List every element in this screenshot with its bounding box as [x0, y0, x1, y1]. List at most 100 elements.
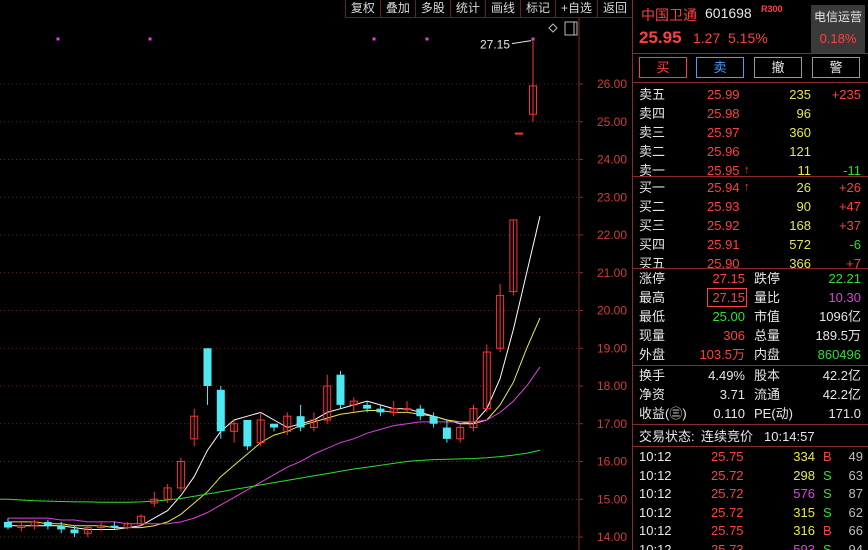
- stat-value: 25.00: [712, 309, 745, 324]
- candle-body[interactable]: [70, 529, 79, 534]
- stat-label: 市值: [754, 309, 781, 324]
- stat-value: 22.21: [828, 271, 861, 286]
- sell-button[interactable]: 卖: [696, 57, 744, 78]
- bid-price[interactable]: 25.92: [707, 216, 740, 235]
- stat-label: 净资: [639, 387, 666, 402]
- diamond-icon[interactable]: [548, 23, 558, 33]
- event-marker[interactable]: [425, 37, 429, 41]
- divider: [633, 446, 868, 447]
- toolbar-button-back[interactable]: 返回: [596, 0, 632, 18]
- candle-body[interactable]: [57, 525, 66, 530]
- stat-value: 0.110: [713, 406, 745, 421]
- tick-time: 10:12: [639, 523, 672, 538]
- ask-label: 卖二: [639, 144, 666, 159]
- candle-body[interactable]: [4, 521, 12, 528]
- kline-chart[interactable]: 26.00 25.00 24.00 23.00 22.00 21.00 20.00 19.00…: [0, 18, 632, 550]
- candle-body[interactable]: [416, 408, 425, 417]
- ask-label: 卖四: [639, 106, 666, 121]
- candle-body[interactable]: [110, 525, 119, 528]
- cancel-order-button[interactable]: 撤: [754, 57, 802, 78]
- bid-row[interactable]: 买二 25.93 90 +47: [633, 197, 868, 216]
- trade-status-time: 10:14:57: [764, 429, 815, 444]
- event-marker[interactable]: [372, 37, 376, 41]
- toolbar-button-multi-stock[interactable]: 多股: [414, 0, 450, 18]
- bid-row[interactable]: 买四 25.91 572 -6: [633, 235, 868, 254]
- toolbar-button-overlay[interactable]: 叠加: [379, 0, 415, 18]
- price-axis-label: 20.00: [597, 304, 627, 318]
- candle-body[interactable]: [203, 348, 212, 386]
- alert-button[interactable]: 警: [812, 57, 860, 78]
- candle-body[interactable]: [270, 423, 278, 428]
- candle-body[interactable]: [216, 389, 225, 432]
- stat-value: 1096亿: [819, 309, 861, 324]
- sector-name: 电信运营: [813, 10, 862, 24]
- tick-count: 49: [848, 449, 863, 464]
- bid-price[interactable]: 25.94: [707, 178, 740, 197]
- candle-body[interactable]: [363, 404, 372, 409]
- event-marker[interactable]: [148, 37, 152, 41]
- ask-label: 卖三: [639, 125, 666, 140]
- ask-row[interactable]: 卖五 25.99 235 +235: [633, 85, 868, 104]
- ask-price[interactable]: 25.96: [707, 142, 740, 161]
- toolbar-button-fuquan[interactable]: 复权: [344, 0, 380, 18]
- event-marker[interactable]: [531, 37, 535, 41]
- bid-price[interactable]: 25.91: [707, 235, 740, 254]
- sector-box[interactable]: 电信运营 0.18%: [811, 5, 865, 53]
- bid-volume: 572: [789, 237, 811, 252]
- tick-row: 10:12 25.75 316 B 66: [633, 521, 868, 540]
- toolbar-button-draw-line[interactable]: 画线: [484, 0, 520, 18]
- tick-price: 25.73: [711, 541, 744, 550]
- tick-volume: 316: [793, 523, 815, 538]
- up-arrow-icon: ↑: [744, 181, 750, 193]
- stat-label: 外盘: [639, 347, 666, 362]
- toolbar-button-statistics[interactable]: 统计: [449, 0, 485, 18]
- ask-row[interactable]: 卖三 25.97 360: [633, 123, 868, 142]
- price-axis-label: 15.00: [597, 492, 627, 506]
- stat-label: 总量: [754, 328, 781, 343]
- candle-body[interactable]: [243, 419, 252, 447]
- price-axis-label: 16.00: [597, 455, 627, 469]
- toolbar-button-add-watchlist[interactable]: +自选: [554, 0, 597, 18]
- trade-status-label: 交易状态:: [639, 429, 695, 444]
- candle-body[interactable]: [43, 521, 52, 526]
- candle-body[interactable]: [376, 408, 385, 413]
- candle-body[interactable]: [336, 374, 345, 405]
- ask-price[interactable]: 25.99: [707, 85, 740, 104]
- quote-panel: 中国卫通 601698 R300 电信运营 0.18% 25.95 1.27 5…: [632, 0, 868, 550]
- stat-label: 股本: [754, 368, 781, 383]
- tick-time: 10:12: [639, 449, 672, 464]
- candle-body[interactable]: [442, 427, 451, 439]
- tick-count: 63: [848, 467, 863, 483]
- buy-button[interactable]: 买: [639, 57, 687, 78]
- stat-label: 涨停: [639, 271, 666, 286]
- candle-body[interactable]: [429, 416, 438, 424]
- tick-time: 10:12: [639, 504, 672, 520]
- ask-row[interactable]: 卖四 25.98 96: [633, 104, 868, 123]
- ask-label: 卖五: [639, 87, 666, 102]
- ask-row[interactable]: 卖二 25.96 121: [633, 142, 868, 161]
- tick-side: B: [823, 523, 832, 538]
- ask-price[interactable]: 25.98: [707, 104, 740, 123]
- ma20-line: [8, 366, 541, 525]
- divider: [633, 53, 868, 54]
- divider: [633, 82, 868, 83]
- kline-chart-area[interactable]: 复权 叠加 多股 统计 画线 标记 +自选 返回 26.00 25.00 24.00…: [0, 0, 632, 550]
- candle-body[interactable]: [403, 408, 411, 411]
- tick-count: 62: [848, 504, 863, 520]
- stat-label: 流通: [754, 387, 781, 402]
- candle-body[interactable]: [515, 132, 523, 135]
- divider: [633, 268, 868, 269]
- bid-row[interactable]: 买三 25.92 168 +37: [633, 216, 868, 235]
- toolbar-button-mark[interactable]: 标记: [519, 0, 555, 18]
- tick-volume: 576: [793, 486, 815, 501]
- bid-volume: 168: [789, 218, 811, 233]
- bid-price[interactable]: 25.93: [707, 197, 740, 216]
- event-marker[interactable]: [56, 37, 60, 41]
- ask-price[interactable]: 25.97: [707, 123, 740, 142]
- price-axis-label: 25.00: [597, 115, 627, 129]
- stat-label: 量比: [754, 290, 781, 305]
- bid-row[interactable]: 买一 25.94 ↑ 26 +26: [633, 178, 868, 197]
- candle-body[interactable]: [296, 416, 305, 428]
- panel-toggle-icon[interactable]: [564, 21, 578, 36]
- tick-price: 25.72: [711, 486, 744, 501]
